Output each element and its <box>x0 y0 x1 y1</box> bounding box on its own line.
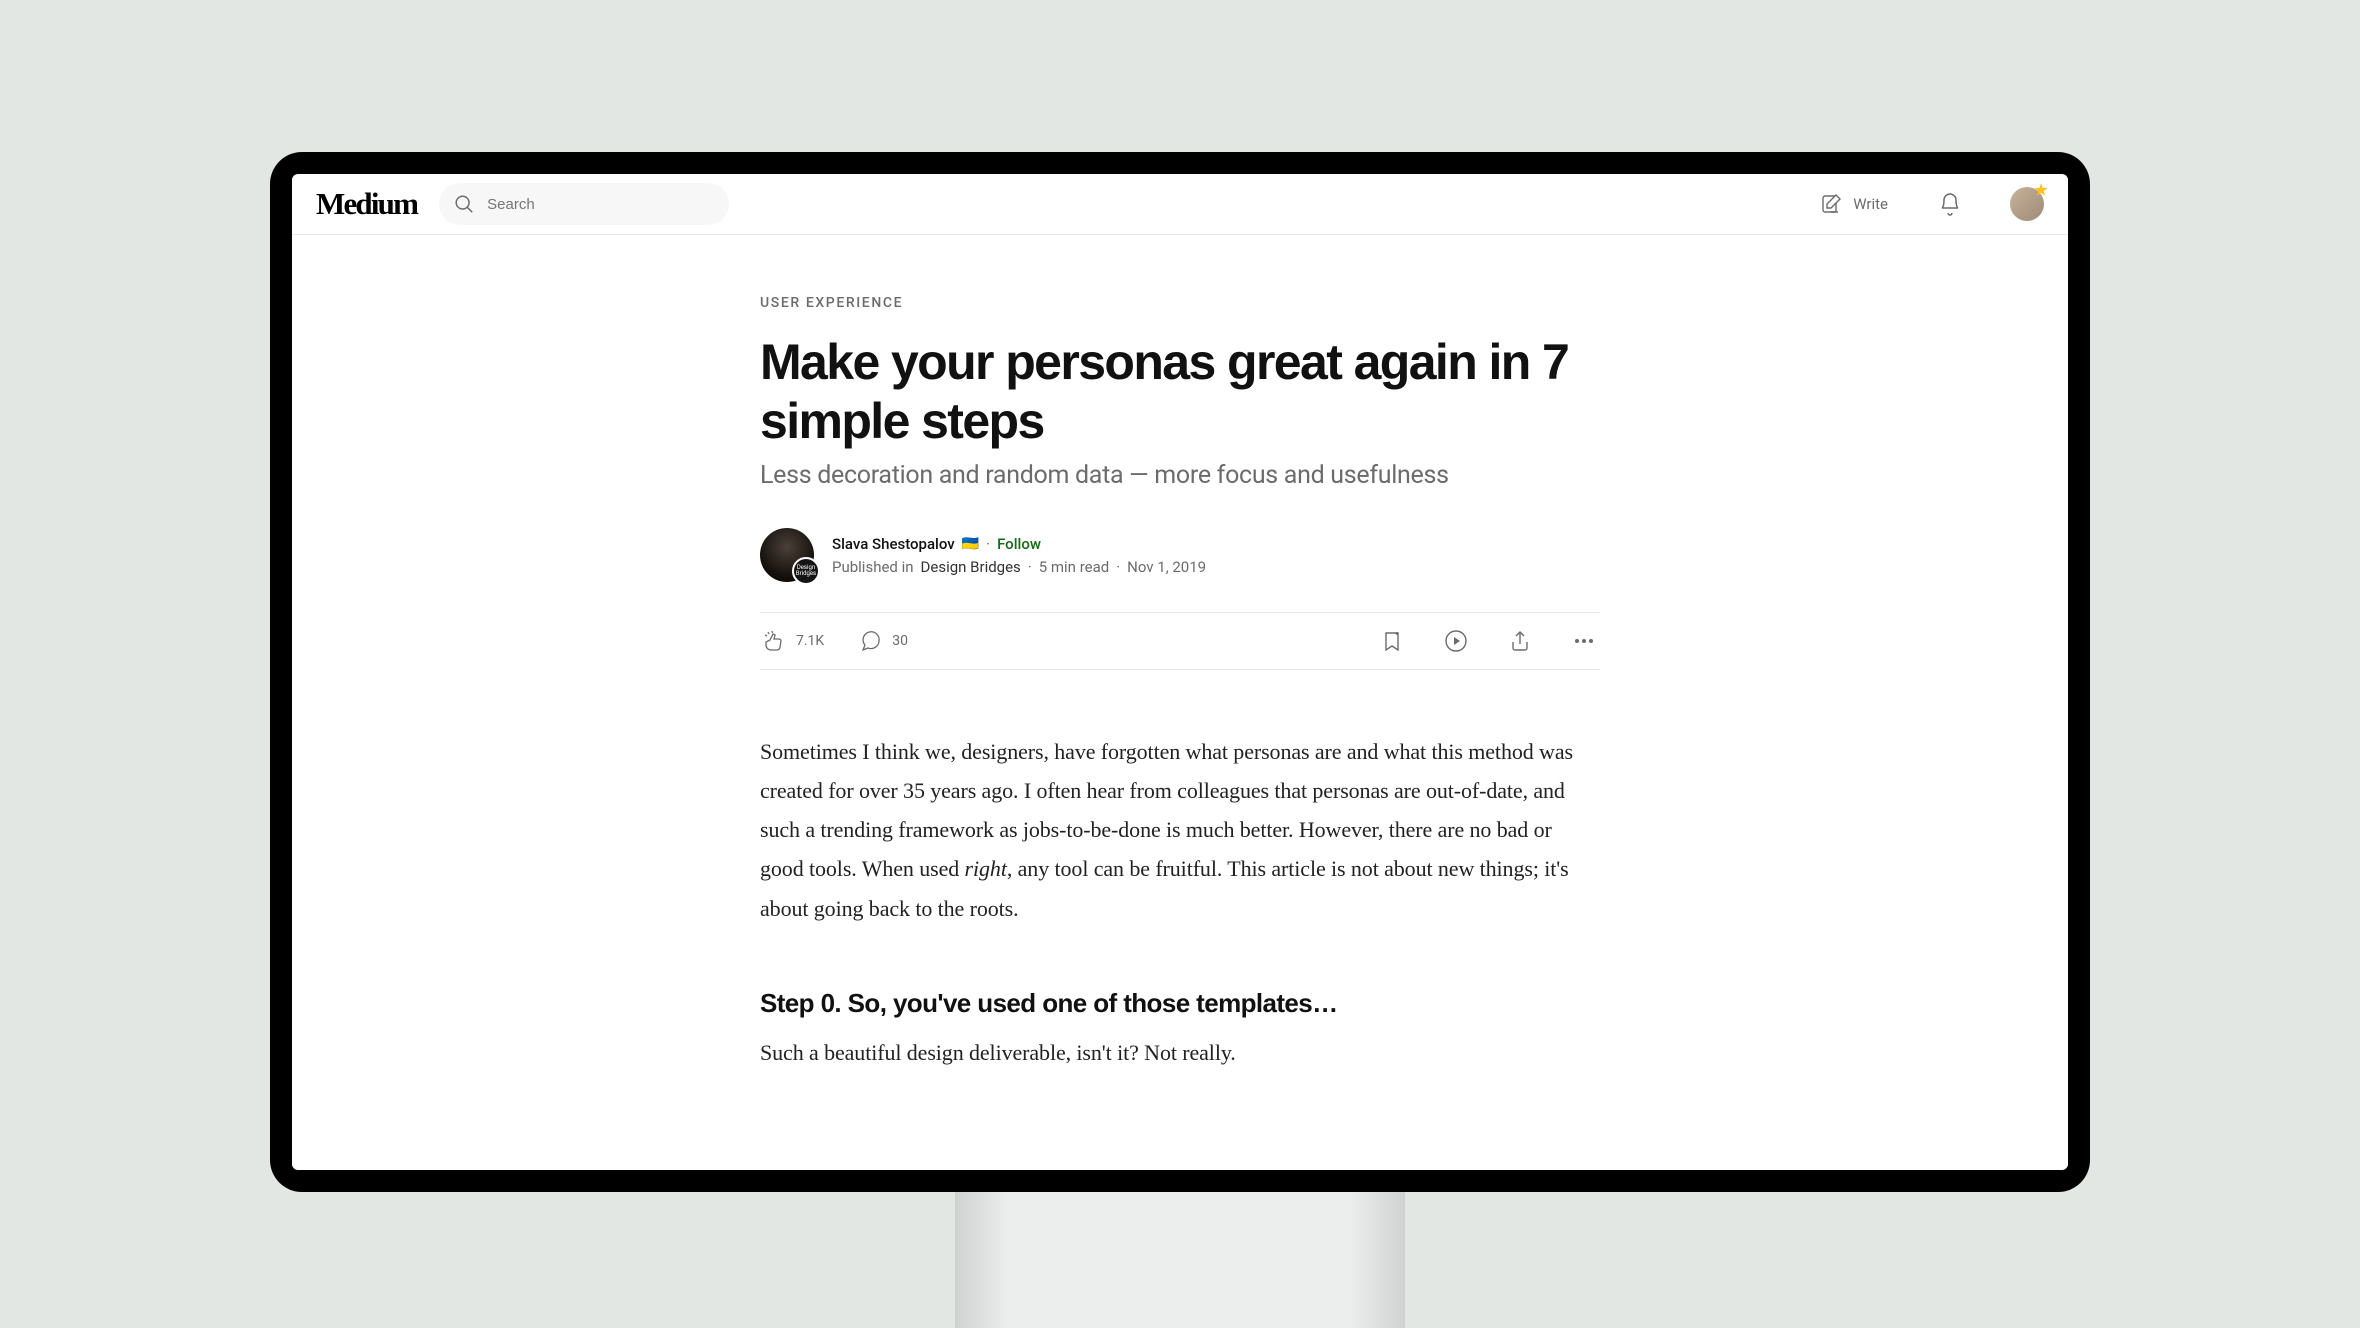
read-time: 5 min read <box>1039 558 1109 576</box>
publish-date: Nov 1, 2019 <box>1127 558 1206 576</box>
write-label: Write <box>1853 195 1888 213</box>
search-icon <box>453 193 475 215</box>
clap-count: 7.1K <box>796 633 824 649</box>
follow-link[interactable]: Follow <box>997 535 1041 553</box>
publication-link[interactable]: Design Bridges <box>921 558 1021 576</box>
article-container: USER EXPERIENCE Make your personas great… <box>292 235 2068 1170</box>
step-0-paragraph: Such a beautiful design deliverable, isn… <box>760 1033 1600 1072</box>
author-avatar[interactable]: DesignBridges <box>760 528 814 582</box>
more-button[interactable] <box>1572 629 1596 653</box>
separator-dot: · <box>986 535 990 553</box>
responses-button[interactable]: 30 <box>858 629 908 653</box>
write-button[interactable]: Write <box>1819 192 1888 216</box>
write-icon <box>1819 192 1843 216</box>
step-0-heading: Step 0. So, you've used one of those tem… <box>760 988 1600 1019</box>
separator-dot: · <box>1028 558 1032 576</box>
notifications-button[interactable] <box>1938 192 1962 216</box>
listen-button[interactable] <box>1444 629 1468 653</box>
responses-count: 30 <box>892 633 908 649</box>
top-nav: Medium <box>292 174 2068 235</box>
bookmark-button[interactable] <box>1380 629 1404 653</box>
comment-icon <box>858 629 882 653</box>
medium-logo[interactable]: Medium <box>316 186 417 222</box>
published-in-prefix: Published in <box>832 558 914 576</box>
search-input[interactable] <box>487 196 715 213</box>
bookmark-icon <box>1380 629 1404 653</box>
author-name[interactable]: Slava Shestopalov <box>832 535 955 553</box>
kicker-tag[interactable]: USER EXPERIENCE <box>760 295 1600 311</box>
play-icon <box>1444 629 1468 653</box>
clap-icon <box>762 629 786 653</box>
monitor-bezel: Medium <box>270 152 2090 1192</box>
article-title: Make your personas great again in 7 simp… <box>760 333 1600 451</box>
screen: Medium <box>292 174 2068 1170</box>
byline: DesignBridges Slava Shestopalov 🇺🇦 · Fol… <box>760 528 1600 582</box>
clap-button[interactable]: 7.1K <box>762 629 824 653</box>
profile-avatar[interactable] <box>2010 187 2044 221</box>
bell-icon <box>1938 192 1962 216</box>
share-button[interactable] <box>1508 629 1532 653</box>
search-field[interactable] <box>439 183 729 225</box>
article-subtitle: Less decoration and random data — more f… <box>760 461 1600 490</box>
more-icon <box>1572 629 1596 653</box>
engagement-bar: 7.1K 30 <box>760 612 1600 670</box>
flag-emoji: 🇺🇦 <box>962 536 979 552</box>
paragraph-1: Sometimes I think we, designers, have fo… <box>760 732 1600 928</box>
separator-dot: · <box>1116 558 1120 576</box>
monitor-stand <box>955 1192 1405 1328</box>
publication-badge[interactable]: DesignBridges <box>792 557 820 585</box>
share-icon <box>1508 629 1532 653</box>
